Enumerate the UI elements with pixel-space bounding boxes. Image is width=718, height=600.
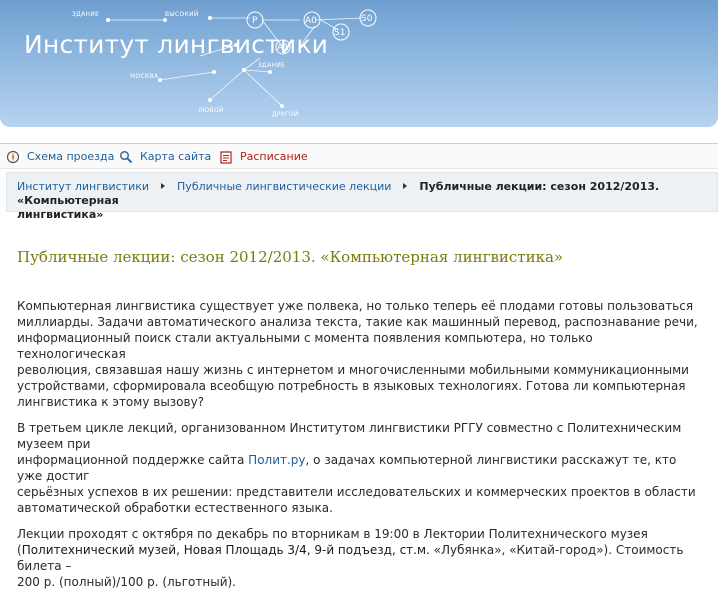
graph-node-s1: S1 bbox=[334, 28, 345, 38]
text-line: лингвистика к этому вызову? bbox=[17, 395, 205, 409]
text-line: серьёзных успехов в их решении: представ… bbox=[17, 485, 696, 499]
main-content: Компьютерная лингвистика существует уже … bbox=[17, 298, 703, 600]
tool-directions-label[interactable]: Схема проезда bbox=[27, 150, 114, 163]
graph-label-lyuboy: ЛЮБОЙ bbox=[198, 107, 224, 114]
header-graph-illustration: ЗДАНИЕ ВЫСОКИЙ МОСКВА ЗДАНИЕ ЛЮБОЙ ДРУГО… bbox=[72, 9, 377, 118]
paragraph-schedule: Лекции проходят с октября по декабрь по … bbox=[17, 526, 703, 590]
breadcrumb: Институт лингвистики Публичные лингвистич… bbox=[6, 172, 718, 221]
graph-node-p: P bbox=[252, 16, 258, 26]
graph-label-vysokiy: ВЫСОКИЙ bbox=[165, 11, 199, 18]
header-gap bbox=[0, 127, 718, 143]
search-icon bbox=[119, 149, 133, 164]
text-line: устройствами, сформировала всеобщую потр… bbox=[17, 379, 686, 393]
breadcrumb-current-cont: лингвистика» bbox=[17, 208, 104, 221]
paragraph-intro: Компьютерная лингвистика существует уже … bbox=[17, 298, 703, 410]
polit-ru-link[interactable]: Полит.ру bbox=[248, 453, 305, 467]
paragraph-cycle: В третьем цикле лекций, организованном И… bbox=[17, 420, 703, 516]
text-line: В третьем цикле лекций, организованном И… bbox=[17, 421, 682, 451]
tool-schedule[interactable]: Расписание bbox=[219, 149, 308, 164]
text-line: автоматической обработки естественного я… bbox=[17, 501, 333, 515]
text-line: Компьютерная лингвистика существует уже … bbox=[17, 299, 694, 313]
museum-address: Политехнический музей, Новая Площадь 3/4… bbox=[21, 543, 430, 557]
graph-node-a0: A0 bbox=[305, 16, 317, 26]
text-line: Лекции проходят с октября по декабрь по … bbox=[17, 527, 648, 541]
ticket-price: 200 р. (полный)/100 р. (льготный). bbox=[17, 575, 236, 589]
breadcrumb-arrow-icon bbox=[161, 183, 166, 189]
text-line: информационной поддержке сайта bbox=[17, 453, 249, 467]
schedule-icon bbox=[219, 149, 233, 164]
text-line: миллиарды. Задачи автоматического анализ… bbox=[17, 315, 698, 329]
site-header: ЗДАНИЕ ВЫСОКИЙ МОСКВА ЗДАНИЕ ЛЮБОЙ ДРУГО… bbox=[0, 0, 718, 127]
text-line: информационный поиск стали актуальными с… bbox=[17, 331, 593, 361]
graph-node-s0: S0 bbox=[361, 14, 373, 24]
tool-schedule-label[interactable]: Расписание bbox=[240, 150, 308, 163]
breadcrumb-item-lectures[interactable]: Публичные лингвистические лекции bbox=[177, 180, 391, 193]
compass-icon bbox=[6, 149, 20, 164]
graph-label-zdanie: ЗДАНИЕ bbox=[72, 11, 99, 18]
tool-sitemap[interactable]: Карта сайта bbox=[119, 149, 211, 164]
breadcrumb-item-institute[interactable]: Институт лингвистики bbox=[17, 180, 149, 193]
breadcrumb-arrow-icon bbox=[403, 183, 408, 189]
page-title: Публичные лекции: сезон 2012/2013. «Комп… bbox=[17, 248, 564, 266]
graph-label-zdanie-mid: ЗДАНИЕ bbox=[258, 62, 285, 69]
graph-label-drugoy: ДРУГОЙ bbox=[272, 111, 299, 118]
tool-directions[interactable]: Схема проезда bbox=[6, 149, 114, 164]
tool-sitemap-label[interactable]: Карта сайта bbox=[140, 150, 211, 163]
text-line: революция, связавшая нашу жизнь с интерн… bbox=[17, 363, 689, 377]
graph-label-moskva: МОСКВА bbox=[130, 73, 159, 80]
toolbar: Схема проезда Карта сайта Расписание bbox=[0, 143, 718, 169]
site-title[interactable]: Институт лингвистики bbox=[24, 30, 328, 59]
